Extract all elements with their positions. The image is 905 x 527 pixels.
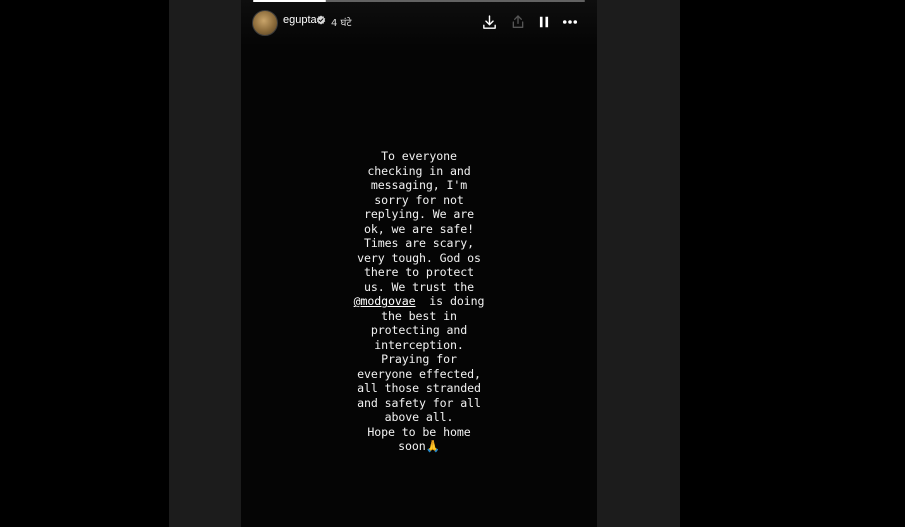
story-timestamp: 4 घंटे bbox=[331, 18, 352, 29]
story-card[interactable]: egupta 4 घंटे To everyone checking in an… bbox=[241, 0, 597, 527]
story-text-line: very tough. God os bbox=[357, 250, 481, 265]
more-options-icon bbox=[562, 20, 578, 24]
story-viewer: egupta 4 घंटे To everyone checking in an… bbox=[0, 0, 905, 527]
pause-icon bbox=[539, 16, 549, 28]
story-text-line: sorry for not bbox=[374, 192, 464, 207]
story-text-line: ok, we are safe! bbox=[363, 221, 475, 236]
username[interactable]: egupta bbox=[283, 14, 317, 26]
left-side-panel[interactable] bbox=[169, 0, 241, 527]
story-text-line: checking in and bbox=[367, 163, 471, 178]
story-text-mention-line: @modgovae is doing bbox=[329, 294, 509, 309]
story-text-line: us. We trust the bbox=[363, 279, 475, 294]
story-text-line: above all. bbox=[384, 410, 454, 424]
mention-suffix: is doing bbox=[415, 294, 485, 308]
right-side-panel[interactable] bbox=[597, 0, 680, 527]
story-text-line: everyone effected, bbox=[357, 366, 481, 381]
avatar[interactable] bbox=[252, 10, 278, 36]
story-text-line: Hope to be home bbox=[367, 424, 471, 439]
story-text-line: interception. bbox=[374, 337, 464, 352]
praying-hands-emoji: 🙏 bbox=[425, 439, 440, 453]
verified-badge-icon bbox=[316, 15, 326, 25]
share-icon bbox=[512, 15, 524, 28]
download-button[interactable] bbox=[479, 12, 499, 32]
story-progress-fill bbox=[253, 0, 327, 2]
story-text-line: the best in bbox=[381, 308, 457, 323]
story-progress-bar bbox=[253, 0, 585, 2]
story-text-last-line: soon🙏 bbox=[329, 439, 509, 454]
story-text: To everyone checking in and messaging, I… bbox=[329, 149, 509, 454]
mention-link[interactable]: @modgovae bbox=[354, 294, 416, 308]
story-text-line: protecting and bbox=[370, 323, 468, 337]
download-icon bbox=[482, 14, 496, 29]
story-text-last-word: soon bbox=[398, 439, 426, 453]
story-text-line: Times are scary, bbox=[363, 236, 475, 250]
story-text-line: Praying for bbox=[381, 352, 457, 366]
story-text-line: there to protect bbox=[363, 265, 475, 279]
story-text-line: replying. We are bbox=[363, 207, 475, 221]
more-options-button[interactable] bbox=[560, 12, 580, 32]
story-text-line: messaging, I'm bbox=[370, 178, 468, 192]
story-text-line: To everyone bbox=[381, 149, 457, 163]
pause-button[interactable] bbox=[534, 12, 554, 32]
story-text-line: all those stranded bbox=[357, 381, 481, 395]
share-button[interactable] bbox=[508, 12, 528, 32]
story-text-line: and safety for all bbox=[357, 395, 481, 410]
